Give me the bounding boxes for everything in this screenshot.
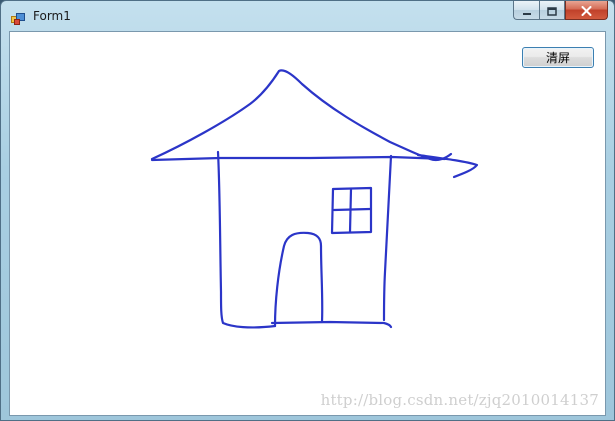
maximize-button[interactable] <box>539 1 565 20</box>
window-cross-h-stroke <box>332 207 372 212</box>
window-title: Form1 <box>33 9 71 23</box>
close-icon <box>581 1 592 20</box>
title-bar[interactable]: Form1 <box>1 1 614 31</box>
drawing-canvas[interactable] <box>10 32 605 415</box>
maximize-icon <box>547 1 557 20</box>
form-client-area: 清屏 http://blog.csdn.net/zjq2010014137 <box>9 31 606 416</box>
clear-screen-button[interactable]: 清屏 <box>522 47 594 68</box>
watermark-text: http://blog.csdn.net/zjq2010014137 <box>320 391 599 409</box>
minimize-icon <box>522 1 532 20</box>
eave-stroke <box>150 155 447 162</box>
close-button[interactable] <box>565 1 608 20</box>
app-form-icon[interactable] <box>11 10 25 25</box>
door-stroke <box>273 231 324 328</box>
form1-window: Form1 清屏 http://blog.csdn.net/zjq2010014… <box>0 0 615 421</box>
right-wall-stroke <box>382 154 393 322</box>
minimize-button[interactable] <box>513 1 539 20</box>
left-wall-stroke <box>216 150 277 329</box>
roof-stroke <box>150 69 453 162</box>
floor-stroke <box>270 320 393 329</box>
caption-buttons <box>513 1 608 21</box>
